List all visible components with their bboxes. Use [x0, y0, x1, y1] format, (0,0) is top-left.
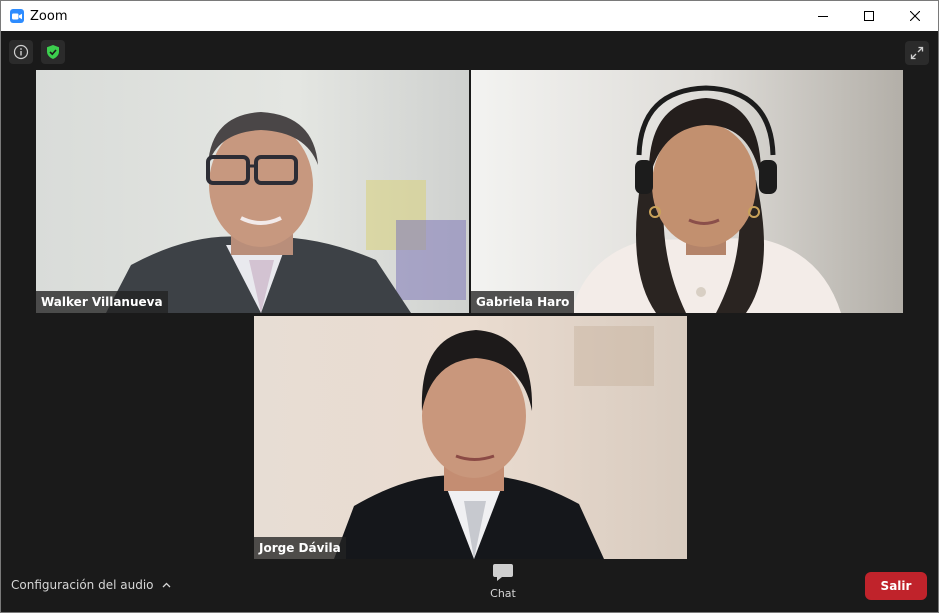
participant-video	[471, 70, 903, 313]
close-button[interactable]	[892, 1, 938, 31]
participant-name: Jorge Dávila	[254, 537, 346, 559]
fullscreen-icon	[910, 46, 924, 60]
zoom-window: Zoom Walker Villanueva Gabriela Haro Jor…	[0, 0, 939, 613]
window-controls	[800, 1, 938, 31]
fullscreen-button[interactable]	[905, 41, 929, 65]
video-tile-1[interactable]: Walker Villanueva	[36, 70, 469, 313]
chat-bubble-icon	[493, 564, 513, 581]
participant-video	[36, 70, 469, 313]
window-title: Zoom	[30, 8, 68, 24]
info-icon	[13, 44, 29, 60]
chevron-up-icon	[162, 582, 170, 588]
video-tile-2[interactable]: Gabriela Haro	[471, 70, 903, 313]
minimize-icon	[818, 16, 828, 17]
video-tile-3[interactable]: Jorge Dávila	[254, 316, 687, 559]
zoom-camera-icon	[10, 9, 24, 23]
close-icon	[910, 11, 920, 21]
title-bar: Zoom	[1, 1, 938, 31]
audio-settings-button[interactable]: Configuración del audio	[11, 578, 171, 592]
meeting-top-toolbar	[9, 40, 65, 64]
chat-label: Chat	[490, 587, 516, 600]
meeting-info-button[interactable]	[9, 40, 33, 64]
chat-button[interactable]: Chat	[481, 563, 525, 607]
shield-check-icon	[47, 45, 59, 59]
participant-video	[254, 316, 687, 559]
audio-settings-label: Configuración del audio	[11, 578, 154, 592]
participant-name: Gabriela Haro	[471, 291, 575, 313]
leave-button[interactable]: Salir	[865, 572, 927, 600]
maximize-button[interactable]	[846, 1, 892, 31]
participant-name: Walker Villanueva	[36, 291, 168, 313]
maximize-icon	[864, 11, 874, 21]
minimize-button[interactable]	[800, 1, 846, 31]
security-button[interactable]	[41, 40, 65, 64]
